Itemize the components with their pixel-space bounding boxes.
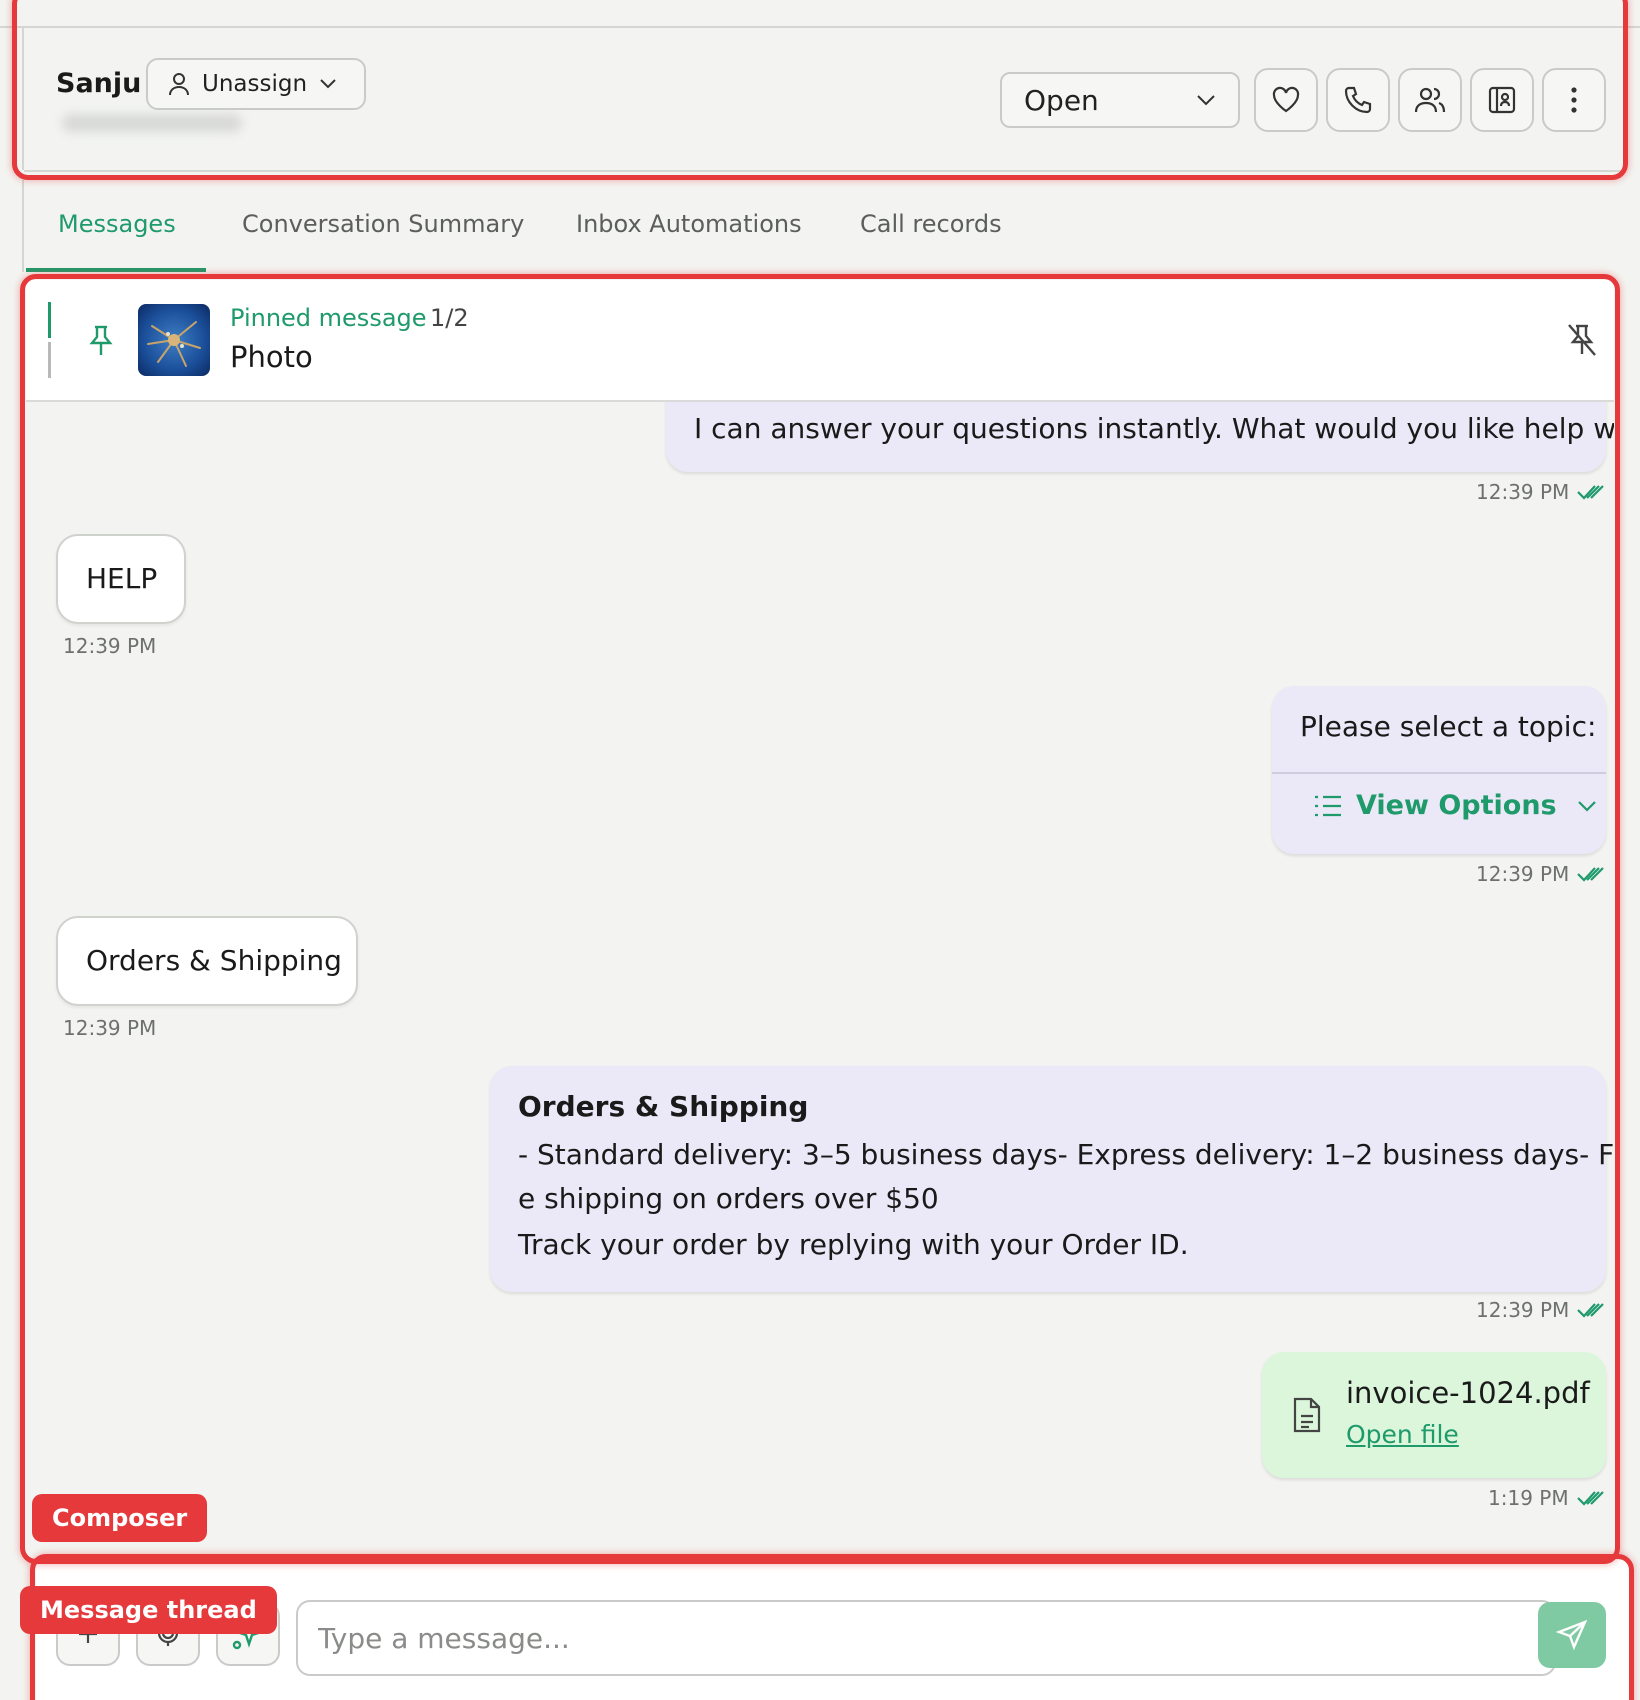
message-time: 12:39 PM xyxy=(1476,862,1570,886)
favorite-button[interactable] xyxy=(1254,68,1318,132)
users-icon xyxy=(1414,86,1446,114)
active-tab-indicator xyxy=(26,268,206,272)
participants-button[interactable] xyxy=(1398,68,1462,132)
message-meta: 1:19 PM xyxy=(1488,1486,1605,1510)
tab-inbox-automations[interactable]: Inbox Automations xyxy=(576,210,802,238)
phone-icon xyxy=(1343,85,1373,115)
message-text: Please select a topic: xyxy=(1300,710,1597,743)
tab-messages[interactable]: Messages xyxy=(58,210,176,238)
user-icon xyxy=(168,72,190,96)
double-check-icon xyxy=(1577,865,1605,883)
view-options-label: View Options xyxy=(1356,790,1557,821)
message-meta: 12:39 PM xyxy=(1476,1298,1605,1322)
contact-card-icon xyxy=(1488,86,1516,114)
message-time: 12:39 PM xyxy=(63,1016,157,1040)
call-button[interactable] xyxy=(1326,68,1390,132)
outgoing-message: Please select a topic: View Options xyxy=(1272,686,1606,854)
pinned-message-bar[interactable]: Pinned message 1/2 Photo xyxy=(26,280,1614,402)
tab-conversation-summary[interactable]: Conversation Summary xyxy=(242,210,524,238)
chevron-down-icon xyxy=(319,78,337,90)
chevron-down-icon xyxy=(1577,800,1597,812)
message-meta: 12:39 PM xyxy=(1476,480,1605,504)
message-text: HELP xyxy=(86,562,158,595)
message-line: Track your order by replying with your O… xyxy=(518,1228,1189,1261)
annotation-label-composer: Composer xyxy=(32,1494,208,1542)
send-icon xyxy=(1556,1619,1588,1651)
pinned-photo-thumbnail xyxy=(138,304,210,376)
annotation-label-thread: Message thread xyxy=(20,1586,277,1634)
conversation-tabs: Messages Conversation Summary Inbox Auto… xyxy=(0,180,1640,272)
pin-icon xyxy=(88,324,114,358)
header-bottom-divider xyxy=(24,170,1624,172)
view-options-button[interactable]: View Options xyxy=(1314,790,1597,821)
tab-call-records[interactable]: Call records xyxy=(860,210,1002,238)
pinned-message-count: 1/2 xyxy=(430,304,469,332)
contact-subtitle-redacted xyxy=(62,114,242,132)
contact-name: Sanju xyxy=(56,68,142,99)
more-options-button[interactable] xyxy=(1542,68,1606,132)
outgoing-message: Orders & Shipping - Standard delivery: 3… xyxy=(490,1066,1614,1292)
open-file-link[interactable]: Open file xyxy=(1346,1420,1459,1449)
double-check-icon xyxy=(1577,483,1605,501)
tabs-left-divider xyxy=(22,180,24,272)
pinned-indicator-active xyxy=(48,302,51,338)
message-title: Orders & Shipping xyxy=(518,1090,809,1123)
unassign-button[interactable]: Unassign xyxy=(146,58,366,110)
pinned-message-text: Photo xyxy=(230,340,313,374)
message-thread[interactable]: I can answer your questions instantly. W… xyxy=(26,402,1614,1557)
pinned-message-title: Pinned message xyxy=(230,304,427,332)
message-line: e shipping on orders over $50 xyxy=(518,1182,939,1215)
contact-details-button[interactable] xyxy=(1470,68,1534,132)
double-check-icon xyxy=(1577,1301,1605,1319)
document-icon xyxy=(1292,1396,1322,1434)
status-value: Open xyxy=(1024,83,1099,117)
unpin-icon[interactable] xyxy=(1566,322,1598,358)
outgoing-message: I can answer your questions instantly. W… xyxy=(666,402,1614,472)
message-time: 12:39 PM xyxy=(1476,1298,1570,1322)
more-vertical-icon xyxy=(1570,86,1578,114)
message-line: - Standard delivery: 3–5 business days- … xyxy=(518,1138,1614,1171)
message-time: 1:19 PM xyxy=(1488,1486,1569,1510)
message-divider xyxy=(1272,772,1606,774)
status-select[interactable]: Open xyxy=(1000,72,1240,128)
heart-icon xyxy=(1271,86,1301,114)
header-left-divider xyxy=(22,28,24,170)
list-icon xyxy=(1314,794,1342,818)
header-top-divider xyxy=(0,26,1640,28)
message-time: 12:39 PM xyxy=(63,634,157,658)
file-name: invoice-1024.pdf xyxy=(1346,1376,1590,1410)
chevron-down-icon xyxy=(1196,94,1216,106)
incoming-message: HELP xyxy=(56,534,186,624)
unassign-label: Unassign xyxy=(202,71,308,97)
conversation-header: Sanju Unassign Open xyxy=(0,0,1640,180)
incoming-message: Orders & Shipping xyxy=(56,916,358,1006)
send-button[interactable] xyxy=(1538,1602,1606,1668)
message-text: I can answer your questions instantly. W… xyxy=(694,412,1614,445)
message-time: 12:39 PM xyxy=(1476,480,1570,504)
message-text: Orders & Shipping xyxy=(86,944,342,977)
double-check-icon xyxy=(1576,1489,1605,1507)
file-message: invoice-1024.pdf Open file xyxy=(1262,1352,1606,1478)
message-input[interactable] xyxy=(296,1600,1556,1676)
message-meta: 12:39 PM xyxy=(1476,862,1605,886)
message-composer xyxy=(36,1560,1630,1700)
pinned-indicator-inactive xyxy=(48,342,51,378)
